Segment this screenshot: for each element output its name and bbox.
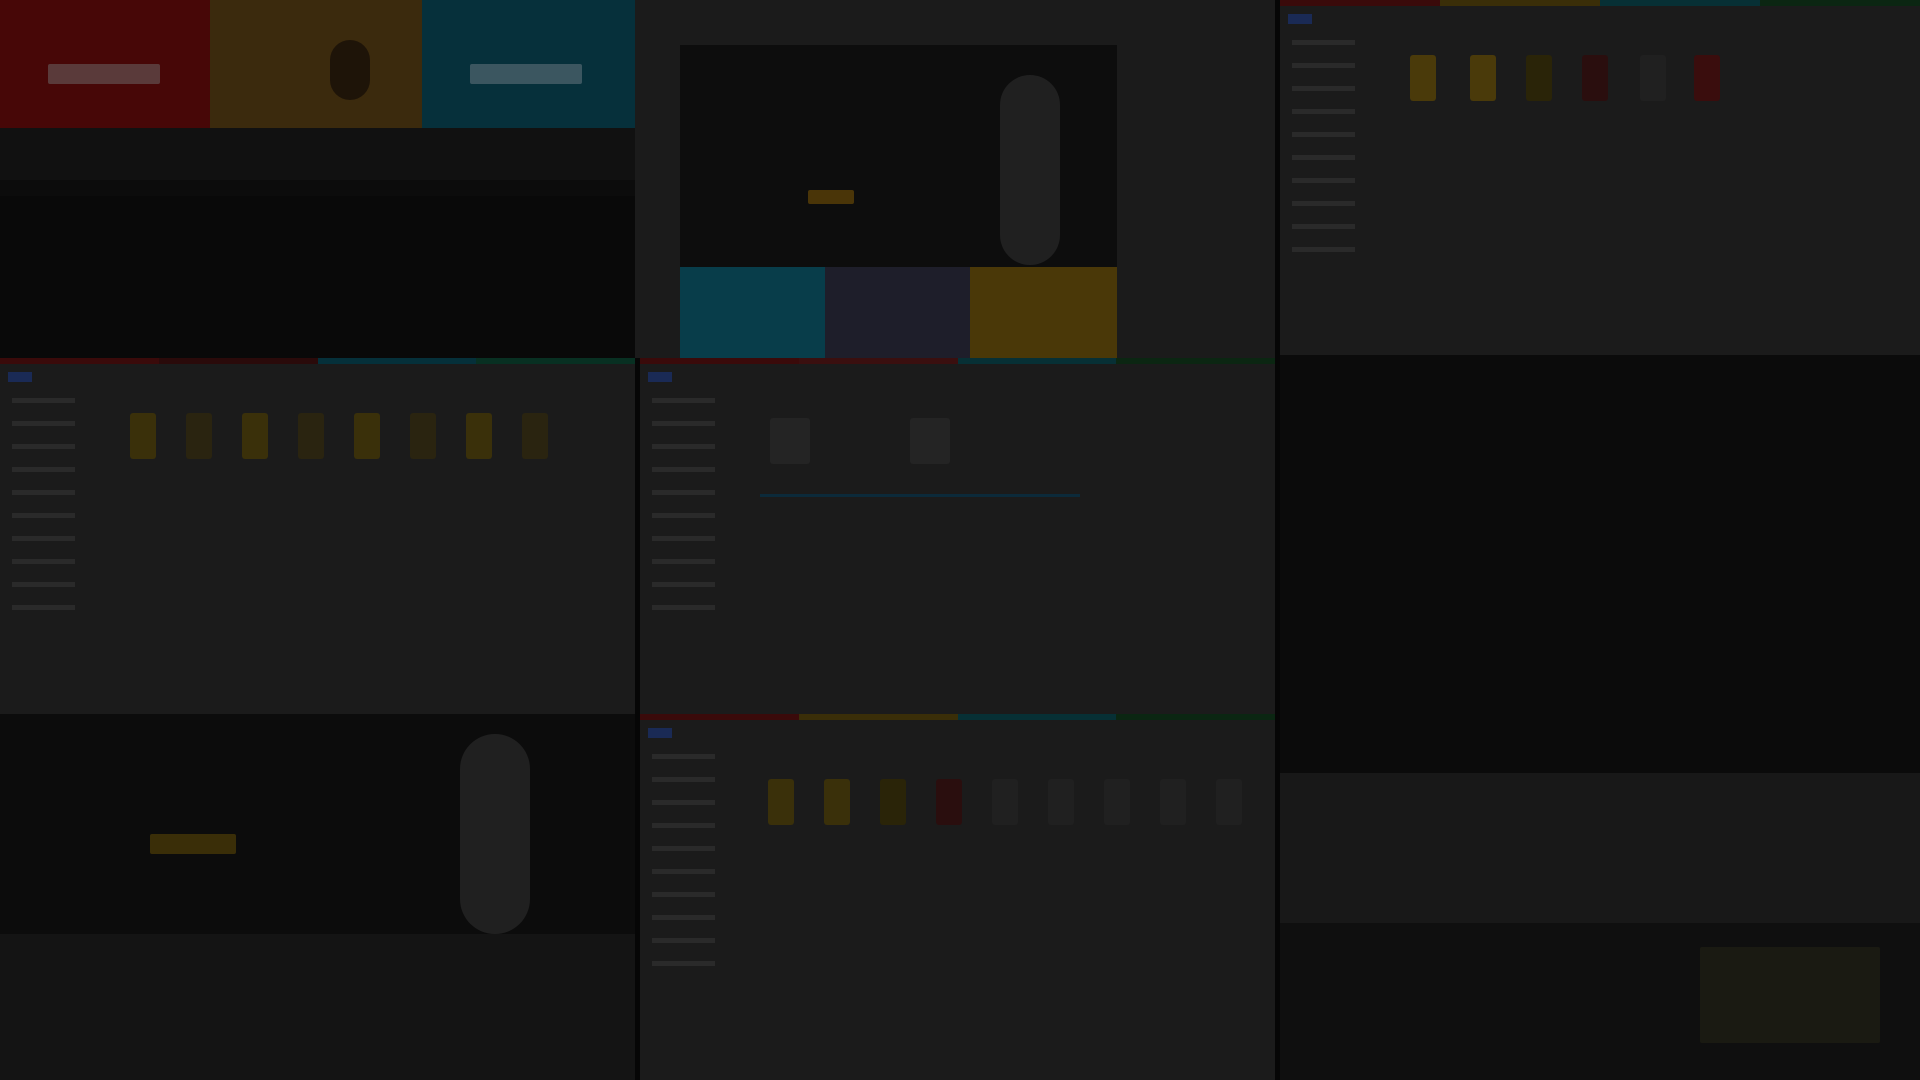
product-image-1[interactable] <box>770 418 810 464</box>
filter-sidebar <box>12 398 102 628</box>
promo-banners-tile <box>0 0 635 358</box>
product-grid-tile-bottom <box>640 714 1275 1080</box>
product-card-6[interactable] <box>1048 779 1074 825</box>
site-logo-icon[interactable] <box>648 728 672 738</box>
product-card-1[interactable] <box>1410 55 1436 101</box>
progress-line <box>760 494 1080 497</box>
promo-figure-image <box>330 40 370 100</box>
hero-model-image <box>1000 75 1060 265</box>
bottom-promo-image[interactable] <box>1700 947 1880 1043</box>
category-color-strip <box>640 358 1275 364</box>
product-card-2[interactable] <box>1470 55 1496 101</box>
filter-sidebar <box>1292 40 1382 270</box>
promo-banner-teal[interactable] <box>422 0 635 128</box>
category-color-strip <box>0 358 635 364</box>
product-card-3[interactable] <box>880 779 906 825</box>
hero-and-table-tile <box>0 714 635 1080</box>
product-card-4[interactable] <box>298 413 324 459</box>
product-card-5[interactable] <box>1640 55 1666 101</box>
hero-cta-button[interactable] <box>808 190 854 204</box>
product-card-5[interactable] <box>992 779 1018 825</box>
product-card-7[interactable] <box>1104 779 1130 825</box>
promo-banner-red[interactable] <box>0 0 210 128</box>
product-card-3[interactable] <box>1526 55 1552 101</box>
product-detail-tile <box>640 358 1275 714</box>
product-grid-tile-left <box>0 358 635 714</box>
brand-strip-tile <box>1280 773 1920 1080</box>
product-card-1[interactable] <box>768 779 794 825</box>
filter-sidebar <box>652 754 742 984</box>
promo-image-strip <box>0 128 635 180</box>
site-logo-icon[interactable] <box>648 372 672 382</box>
promo-banner-gold[interactable] <box>210 0 422 128</box>
product-card-8[interactable] <box>1160 779 1186 825</box>
site-logo-icon[interactable] <box>1288 14 1312 24</box>
promo-button-teal[interactable] <box>470 64 582 84</box>
hero-model-image-bottom <box>460 734 530 934</box>
hero-dark-banner-bottom <box>0 714 635 934</box>
product-card-3[interactable] <box>242 413 268 459</box>
product-card-4[interactable] <box>1582 55 1608 101</box>
table-area <box>0 934 635 1080</box>
product-card-2[interactable] <box>186 413 212 459</box>
product-image-2[interactable] <box>910 418 950 464</box>
brand-logos-row <box>1280 773 1920 923</box>
product-card-5[interactable] <box>354 413 380 459</box>
product-card-6[interactable] <box>410 413 436 459</box>
product-card-2[interactable] <box>824 779 850 825</box>
category-tile-teal[interactable] <box>680 267 825 358</box>
hero-cta-button-bottom[interactable] <box>150 834 236 854</box>
product-card-9[interactable] <box>1216 779 1242 825</box>
hero-dark-panel <box>0 196 635 358</box>
product-card-4[interactable] <box>936 779 962 825</box>
category-color-strip <box>1280 0 1920 6</box>
category-tile-yellow[interactable] <box>970 267 1117 358</box>
category-color-strip <box>640 714 1275 720</box>
product-card-8[interactable] <box>522 413 548 459</box>
product-card-7[interactable] <box>466 413 492 459</box>
category-tile-collage[interactable] <box>825 267 970 358</box>
hero-dark-banner <box>680 45 1117 267</box>
product-card-6[interactable] <box>1694 55 1720 101</box>
bottom-promo-banner <box>1280 923 1920 1080</box>
promo-button-red[interactable] <box>48 64 160 84</box>
product-listing-tile-top <box>1280 0 1920 355</box>
hero-layout-tile <box>635 0 1275 358</box>
filter-sidebar <box>652 398 742 628</box>
video-player-tile[interactable] <box>1280 355 1920 773</box>
site-logo-icon[interactable] <box>8 372 32 382</box>
product-card-1[interactable] <box>130 413 156 459</box>
